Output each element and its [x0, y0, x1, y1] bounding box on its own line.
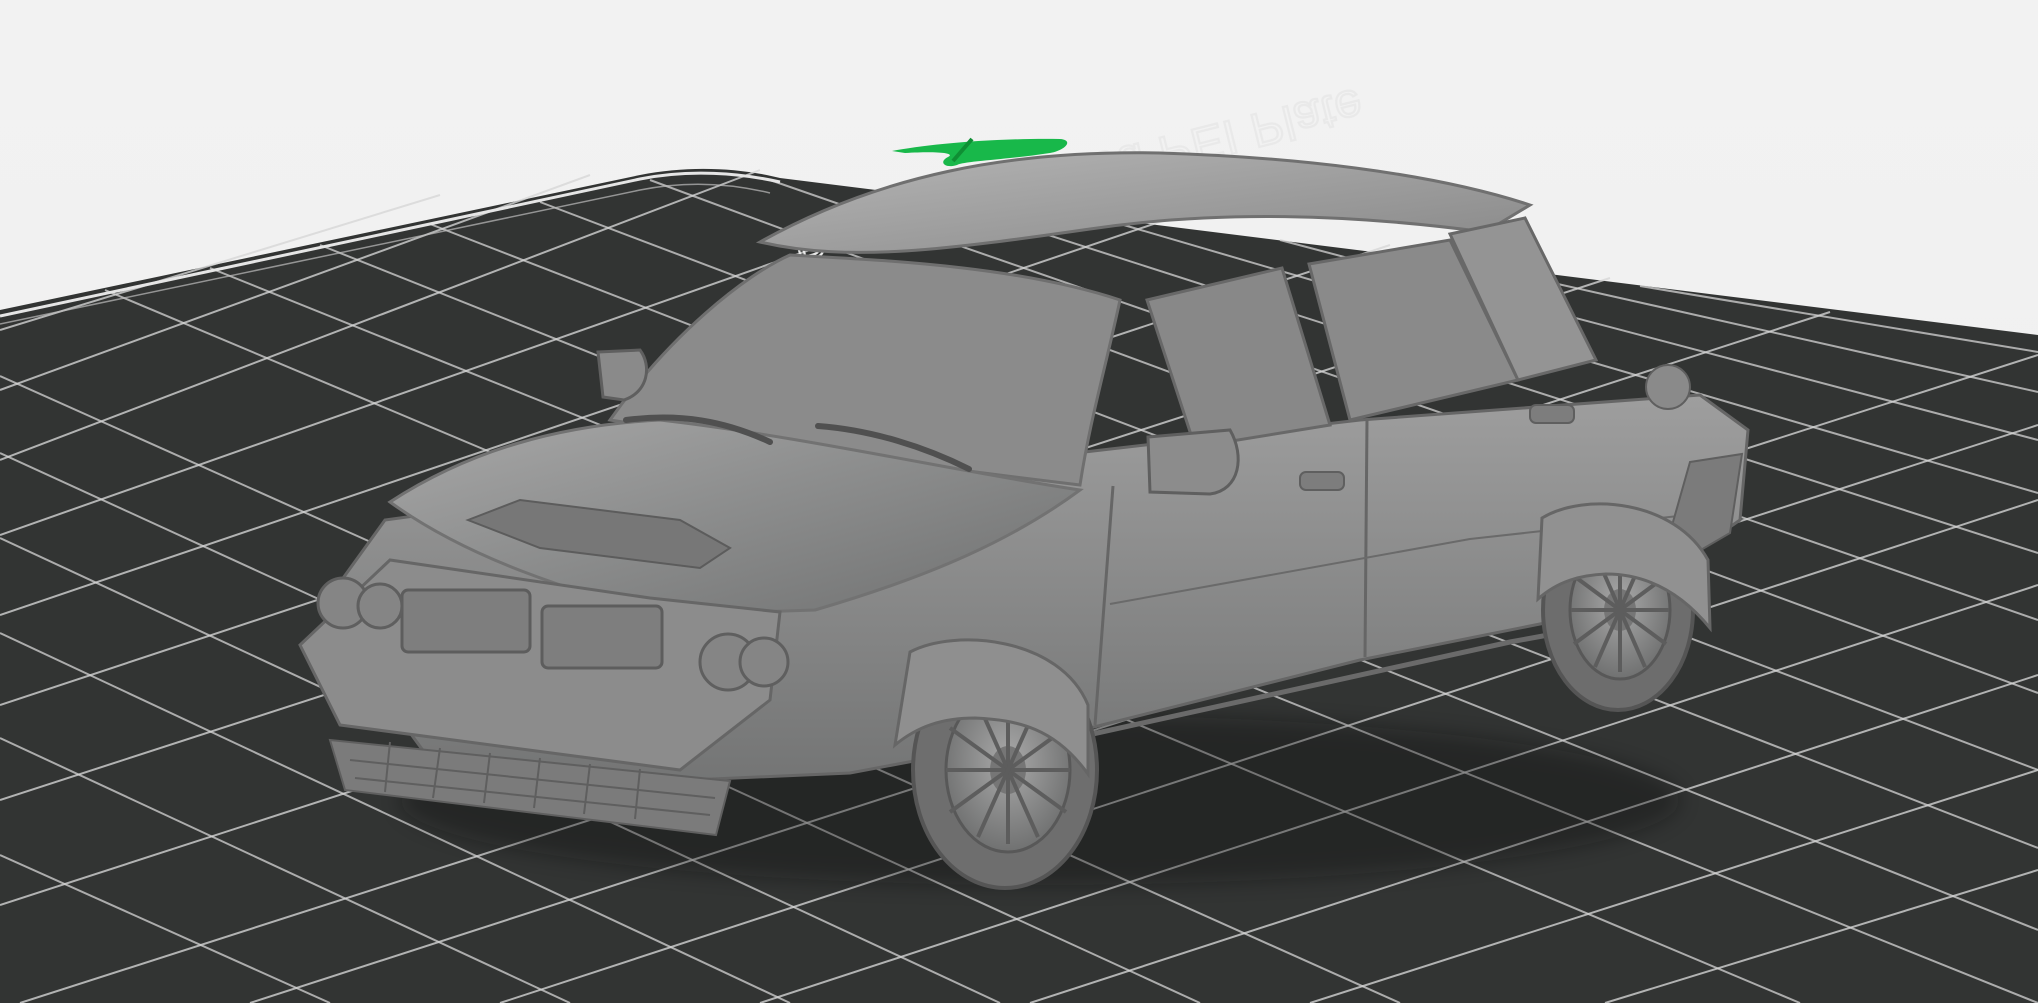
front-door-handle [1299, 471, 1345, 491]
3d-viewport[interactable]: Bambu Textured PEI Plate [0, 0, 2038, 1003]
headlight-right-inner [738, 636, 790, 688]
grille-right [540, 604, 664, 670]
grille-left [400, 588, 532, 654]
headlight-left-inner [356, 582, 404, 630]
3d-scene[interactable]: Bambu Textured PEI Plate [0, 0, 2038, 1003]
rear-door-handle [1529, 404, 1575, 424]
fuel-cap [1645, 364, 1691, 410]
mirror-right[interactable] [1146, 428, 1240, 496]
door-line-rear [1363, 419, 1369, 658]
